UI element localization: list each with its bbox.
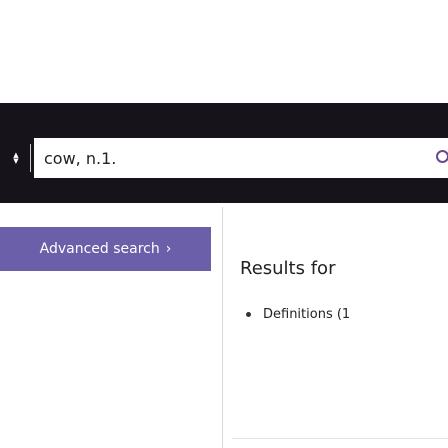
search-type-select[interactable]: ▲ ▼ — [0, 138, 32, 178]
bullet-icon — [246, 312, 251, 317]
caret-down-icon: ▼ — [13, 157, 19, 165]
chevron-right-icon: › — [165, 241, 172, 257]
results-list: Definitions (1 — [246, 307, 350, 322]
search-icon — [436, 150, 448, 163]
divider — [232, 438, 448, 439]
page: ▲ ▼ Advanced search › Results for Defini… — [0, 0, 448, 448]
advanced-search-button[interactable]: Advanced search › — [0, 227, 211, 271]
advanced-search-label: Advanced search — [39, 241, 160, 257]
list-item-definitions[interactable]: Definitions (1 — [246, 307, 350, 322]
result-type-label: Definitions (1 — [263, 307, 351, 322]
results-panel-border — [222, 207, 223, 448]
results-heading: Results for — [240, 258, 336, 279]
search-input[interactable] — [34, 138, 434, 178]
search-button[interactable] — [434, 138, 448, 178]
select-divider — [30, 144, 31, 172]
